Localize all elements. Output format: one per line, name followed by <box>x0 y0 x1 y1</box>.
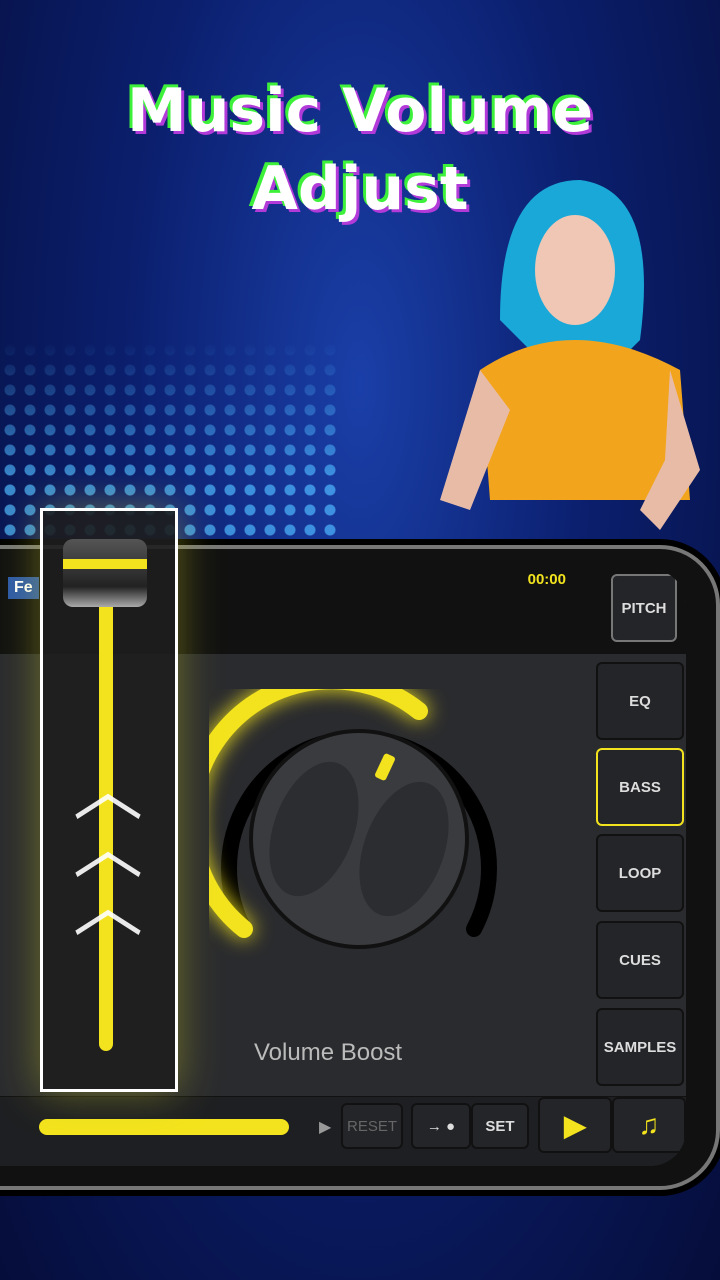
play-icon[interactable]: ▶ <box>538 1097 612 1153</box>
loop-button[interactable]: LOOP <box>596 834 684 912</box>
cue-arrow-button[interactable]: → ● <box>411 1103 471 1149</box>
eq-button[interactable]: EQ <box>596 662 684 740</box>
volume-knob[interactable] <box>209 689 509 969</box>
volume-fader[interactable]: ︿ ︿ ︿ <box>40 508 178 1092</box>
time-display: 00:00 <box>527 571 566 588</box>
bass-button[interactable]: BASS <box>596 748 684 826</box>
headline: Music Volume Adjust <box>0 72 720 228</box>
samples-button[interactable]: SAMPLES <box>596 1008 684 1086</box>
headline-line2: Adjust <box>251 154 469 224</box>
play-small-icon[interactable]: ▶ <box>319 1117 331 1137</box>
knob-label: Volume Boost <box>254 1039 403 1066</box>
bottom-bar: ▶ RESET → ● SET ▶ ♫ <box>0 1096 686 1166</box>
progress-slider[interactable] <box>39 1119 289 1135</box>
deck-tag: Fe <box>8 577 39 599</box>
set-button[interactable]: SET <box>471 1103 529 1149</box>
reset-button[interactable]: RESET <box>341 1103 403 1149</box>
fader-handle[interactable] <box>63 539 147 607</box>
headline-line1: Music Volume <box>126 76 594 146</box>
cues-button[interactable]: CUES <box>596 921 684 999</box>
up-arrows-icon: ︿ ︿ ︿ <box>73 751 143 945</box>
pitch-button[interactable]: PITCH <box>611 574 677 642</box>
add-music-icon[interactable]: ♫ <box>612 1097 686 1153</box>
